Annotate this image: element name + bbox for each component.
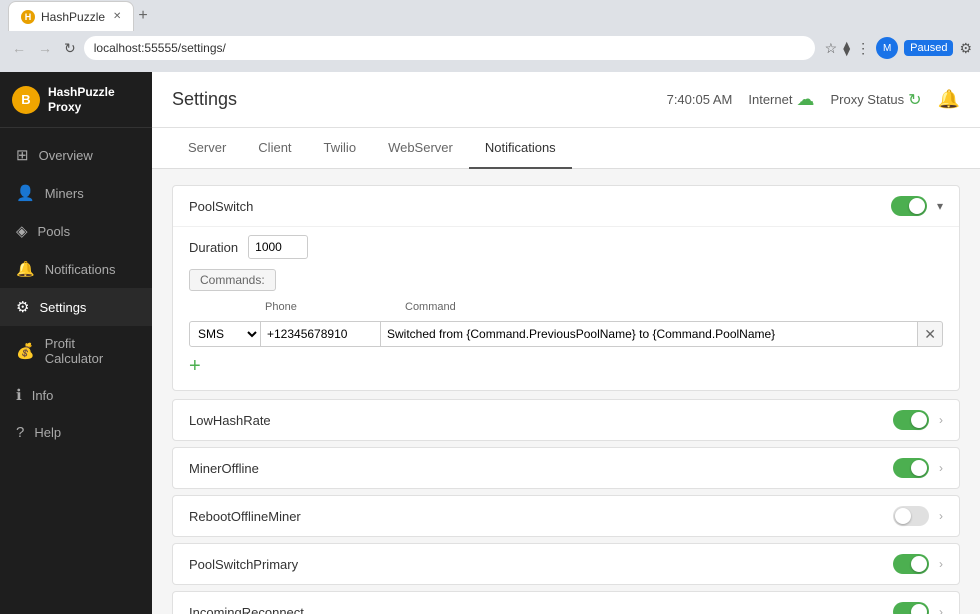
- sms-row: SMS ✕: [189, 321, 943, 347]
- proxy-status: Proxy Status ↻: [830, 90, 921, 110]
- pool-switch-primary-toggle[interactable]: [893, 554, 929, 574]
- sidebar-item-miners[interactable]: 👤 Miners: [0, 174, 152, 212]
- poolswitch-toggle[interactable]: [891, 196, 927, 216]
- reboot-offline-miner-toggle[interactable]: [893, 506, 929, 526]
- notifications-content: PoolSwitch ▾ Duration Commands: Phone Co…: [152, 169, 980, 614]
- notif-item-reboot-offline-miner[interactable]: RebootOfflineMiner ›: [172, 495, 960, 537]
- sidebar-item-label: Info: [32, 388, 54, 403]
- bell-icon[interactable]: 🔔: [938, 89, 960, 110]
- time-display: 7:40:05 AM: [667, 92, 733, 107]
- address-bar[interactable]: [84, 36, 815, 60]
- poolswitch-chevron: ▾: [937, 199, 943, 213]
- command-col-header: Command: [405, 301, 456, 313]
- sidebar-item-info[interactable]: ℹ Info: [0, 376, 152, 414]
- tab-webserver[interactable]: WebServer: [372, 128, 469, 169]
- commands-button[interactable]: Commands:: [189, 269, 276, 291]
- notif-item-miner-offline[interactable]: MinerOffline ›: [172, 447, 960, 489]
- browser-tab[interactable]: H HashPuzzle ✕: [8, 1, 134, 31]
- notif-item-pool-switch-primary[interactable]: PoolSwitchPrimary ›: [172, 543, 960, 585]
- poolswitch-label: PoolSwitch: [189, 199, 891, 214]
- sidebar: B HashPuzzle Proxy ⊞ Overview 👤 Miners ◈…: [0, 72, 152, 614]
- settings-tabs: Server Client Twilio WebServer Notificat…: [152, 128, 980, 169]
- internet-label: Internet: [748, 92, 792, 107]
- tab-server[interactable]: Server: [172, 128, 242, 169]
- miner-offline-chevron: ›: [939, 461, 943, 475]
- new-tab-button[interactable]: +: [138, 7, 147, 25]
- tab-client[interactable]: Client: [242, 128, 307, 169]
- miner-offline-toggle[interactable]: [893, 458, 929, 478]
- header-right: 7:40:05 AM Internet ☁ Proxy Status ↻ 🔔: [667, 89, 960, 110]
- miners-icon: 👤: [16, 184, 35, 202]
- sms-type-select[interactable]: SMS: [189, 321, 261, 347]
- low-hash-rate-toggle[interactable]: [893, 410, 929, 430]
- sidebar-nav: ⊞ Overview 👤 Miners ◈ Pools 🔔 Notificati…: [0, 128, 152, 614]
- delete-sms-button[interactable]: ✕: [918, 321, 943, 347]
- page-title: Settings: [172, 89, 237, 110]
- info-icon: ℹ: [16, 386, 22, 404]
- proxy-status-label: Proxy Status: [830, 92, 904, 107]
- tab-notifications[interactable]: Notifications: [469, 128, 572, 169]
- phone-input[interactable]: [261, 321, 381, 347]
- tab-twilio[interactable]: Twilio: [308, 128, 373, 169]
- phone-col-header: Phone: [265, 301, 405, 313]
- logo-text: HashPuzzle Proxy: [48, 85, 140, 114]
- reboot-offline-miner-chevron: ›: [939, 509, 943, 523]
- extensions-icon[interactable]: ⧫: [843, 40, 850, 57]
- command-input[interactable]: [381, 321, 918, 347]
- add-sms-button[interactable]: +: [189, 355, 943, 378]
- tab-close-button[interactable]: ✕: [113, 11, 121, 22]
- notifications-icon: 🔔: [16, 260, 35, 278]
- poolswitch-section: PoolSwitch ▾ Duration Commands: Phone Co…: [172, 185, 960, 391]
- sidebar-item-pools[interactable]: ◈ Pools: [0, 212, 152, 250]
- sidebar-item-label: Miners: [45, 186, 84, 201]
- tab-favicon: H: [21, 10, 35, 24]
- sidebar-item-label: Pools: [38, 224, 71, 239]
- overview-icon: ⊞: [16, 146, 29, 164]
- settings-icon: ⚙: [16, 298, 29, 316]
- duration-label: Duration: [189, 240, 238, 255]
- duration-input[interactable]: [248, 235, 308, 259]
- notif-item-low-hash-rate[interactable]: LowHashRate ›: [172, 399, 960, 441]
- sidebar-item-profit-calculator[interactable]: 💰 Profit Calculator: [0, 326, 152, 376]
- forward-button[interactable]: →: [34, 38, 56, 58]
- reload-button[interactable]: ↻: [60, 38, 80, 59]
- sidebar-item-help[interactable]: ? Help: [0, 414, 152, 451]
- paused-badge: Paused: [904, 40, 953, 56]
- cloud-icon: ☁: [796, 89, 814, 110]
- pool-switch-primary-chevron: ›: [939, 557, 943, 571]
- low-hash-rate-chevron: ›: [939, 413, 943, 427]
- profit-calc-icon: 💰: [16, 342, 35, 360]
- sidebar-item-label: Help: [34, 425, 61, 440]
- internet-status: Internet ☁: [748, 89, 814, 110]
- back-button[interactable]: ←: [8, 38, 30, 58]
- notif-item-incoming-reconnect[interactable]: IncomingReconnect ›: [172, 591, 960, 614]
- tab-label: HashPuzzle: [41, 10, 105, 24]
- settings-icon[interactable]: ⚙: [959, 40, 972, 57]
- sidebar-item-label: Notifications: [45, 262, 116, 277]
- sidebar-logo: B HashPuzzle Proxy: [0, 72, 152, 128]
- menu-icon[interactable]: ⋮: [856, 40, 870, 57]
- main-header: Settings 7:40:05 AM Internet ☁ Proxy Sta…: [152, 72, 980, 128]
- sidebar-item-label: Profit Calculator: [45, 336, 136, 366]
- sidebar-item-label: Settings: [39, 300, 86, 315]
- poolswitch-expanded: Duration Commands: Phone Command SMS: [173, 226, 959, 390]
- refresh-icon[interactable]: ↻: [908, 90, 921, 110]
- sidebar-item-notifications[interactable]: 🔔 Notifications: [0, 250, 152, 288]
- profile-badge[interactable]: M: [876, 37, 898, 59]
- main-content: Settings 7:40:05 AM Internet ☁ Proxy Sta…: [152, 72, 980, 614]
- poolswitch-header[interactable]: PoolSwitch ▾: [173, 186, 959, 226]
- sidebar-item-overview[interactable]: ⊞ Overview: [0, 136, 152, 174]
- incoming-reconnect-chevron: ›: [939, 605, 943, 614]
- star-icon[interactable]: ☆: [825, 40, 838, 57]
- incoming-reconnect-toggle[interactable]: [893, 602, 929, 614]
- logo-icon: B: [12, 86, 40, 114]
- sidebar-item-label: Overview: [39, 148, 93, 163]
- help-icon: ?: [16, 424, 24, 441]
- sidebar-item-settings[interactable]: ⚙ Settings: [0, 288, 152, 326]
- pools-icon: ◈: [16, 222, 28, 240]
